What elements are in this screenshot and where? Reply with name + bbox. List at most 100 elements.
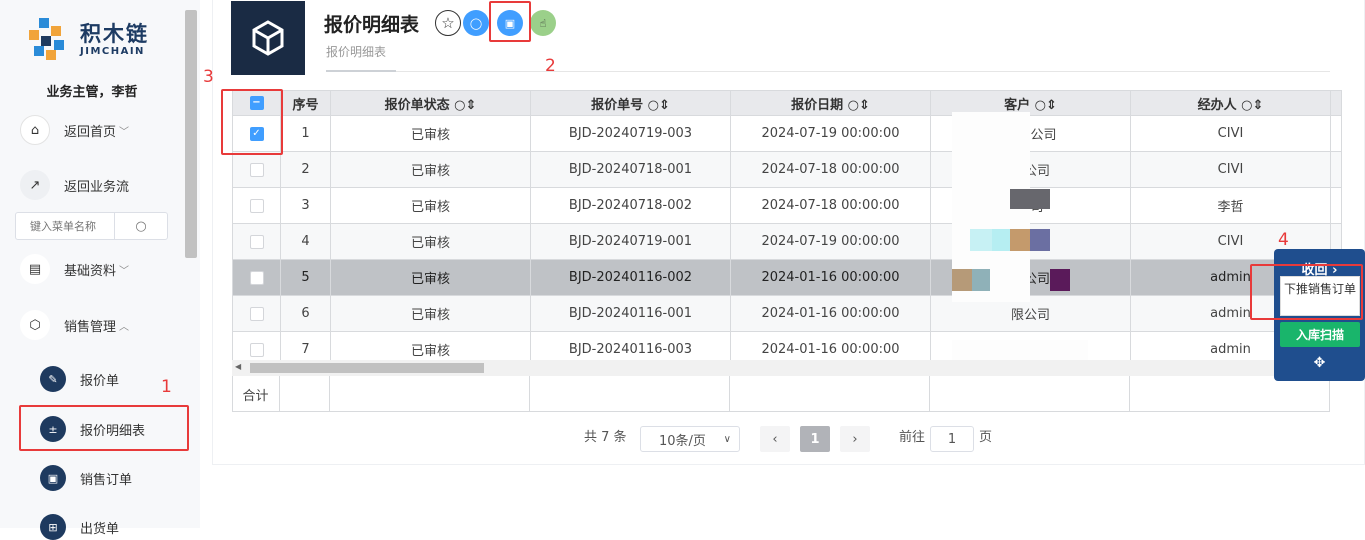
cell-agent: 李哲 bbox=[1130, 187, 1331, 224]
chevron-down-icon: ∨ bbox=[723, 433, 731, 445]
table-row[interactable]: 5 已审核 BJD-20240116-002 2024-01-16 00:00:00 限… bbox=[232, 259, 1342, 296]
cell-date: 2024-01-16 00:00:00 bbox=[730, 295, 931, 332]
cell-quote-no: BJD-20240116-002 bbox=[530, 259, 731, 296]
annotation-box-3 bbox=[221, 89, 283, 155]
row-checkbox[interactable] bbox=[249, 198, 264, 213]
cell-index: 6 bbox=[280, 295, 331, 332]
row-checkbox[interactable] bbox=[232, 151, 281, 188]
star-icon[interactable]: ☆ bbox=[435, 10, 461, 36]
sub-sales-order[interactable]: ▣ 销售订单 bbox=[40, 465, 132, 491]
annotation-box-1 bbox=[19, 405, 189, 451]
annotation-label-3: 3 bbox=[203, 67, 214, 87]
logo-mark-icon bbox=[26, 16, 72, 62]
prev-page-button[interactable]: ‹ bbox=[760, 426, 790, 452]
page-size-select[interactable]: 10条/页 ∨ bbox=[640, 426, 740, 452]
annotation-label-4: 4 bbox=[1278, 230, 1289, 250]
summary-row bbox=[232, 376, 1330, 412]
document-icon: ▤ bbox=[20, 254, 50, 284]
col-header-no[interactable]: 报价单号 ○⇕ bbox=[530, 90, 731, 116]
col-header-status[interactable]: 报价单状态 ○⇕ bbox=[330, 90, 531, 116]
col-header-agent[interactable]: 经办人 ○⇕ bbox=[1130, 90, 1331, 116]
table-row[interactable]: 2 已审核 BJD-20240718-001 2024-07-18 00:00:00 限… bbox=[232, 151, 1342, 188]
sort-search-icon[interactable]: ○⇕ bbox=[843, 98, 870, 113]
nav-base-label: 基础资料 bbox=[64, 263, 117, 279]
chevron-down-icon: ﹀ bbox=[119, 126, 130, 138]
cell-index: 5 bbox=[280, 259, 331, 296]
row-checkbox[interactable] bbox=[249, 234, 264, 249]
row-checkbox[interactable] bbox=[249, 162, 264, 177]
menu-search[interactable]: ○ bbox=[15, 212, 168, 240]
sidebar-scrollbar[interactable] bbox=[185, 10, 197, 258]
cell-date: 2024-07-19 00:00:00 bbox=[730, 115, 931, 152]
cell-date: 2024-07-18 00:00:00 bbox=[730, 187, 931, 224]
page-number[interactable]: 1 bbox=[800, 426, 830, 452]
annotation-box-2 bbox=[489, 1, 531, 42]
user-name: 业务主管，李哲 bbox=[46, 85, 138, 100]
breadcrumb[interactable]: 报价明细表 bbox=[326, 43, 386, 60]
scrollbar-thumb[interactable] bbox=[250, 363, 484, 373]
cell-status: 已审核 bbox=[330, 295, 531, 332]
nav-base[interactable]: ▤ 基础资料 ﹀ bbox=[20, 254, 129, 284]
next-page-button[interactable]: › bbox=[840, 426, 870, 452]
brand-logo: 积木链 JIMCHAIN bbox=[26, 16, 149, 62]
search-icon[interactable]: ○ bbox=[114, 213, 167, 239]
cell-status: 已审核 bbox=[330, 259, 531, 296]
col-header-date[interactable]: 报价日期 ○⇕ bbox=[730, 90, 931, 116]
cell-spacer bbox=[1330, 115, 1342, 152]
col-header: 序号 bbox=[280, 90, 331, 116]
page-suffix: 页 bbox=[979, 430, 993, 445]
home-icon: ⌂ bbox=[20, 115, 50, 145]
inbound-scan-button[interactable]: 入库扫描 bbox=[1280, 322, 1360, 347]
sort-search-icon[interactable]: ○⇕ bbox=[643, 98, 670, 113]
cell-spacer bbox=[1330, 187, 1342, 224]
annotation-label-1: 1 bbox=[161, 377, 172, 397]
cell-status: 已审核 bbox=[330, 115, 531, 152]
scroll-left-icon[interactable]: ◀ bbox=[235, 362, 241, 371]
table-row[interactable]: 4已审核BJD-20240719-0012024-07-19 00:00:00司… bbox=[232, 223, 1342, 260]
cell-date: 2024-07-18 00:00:00 bbox=[730, 151, 931, 188]
breadcrumb-active-line bbox=[326, 70, 396, 72]
cell-quote-no: BJD-20240719-001 bbox=[530, 223, 731, 260]
cube-icon: ⬡ bbox=[20, 310, 50, 340]
sub-shipment[interactable]: ⊞ 出货单 bbox=[40, 514, 119, 540]
shipment-icon: ⊞ bbox=[40, 514, 66, 540]
nav-flow-label: 返回业务流 bbox=[64, 179, 130, 195]
cell-index: 2 bbox=[280, 151, 331, 188]
row-checkbox[interactable] bbox=[232, 223, 281, 260]
order-icon: ▣ bbox=[40, 465, 66, 491]
cell-agent: CIVI bbox=[1130, 151, 1331, 188]
row-checkbox[interactable] bbox=[232, 295, 281, 332]
table-horizontal-scrollbar[interactable]: ◀ bbox=[232, 360, 1330, 376]
sub-quote[interactable]: ✎ 报价单 bbox=[40, 366, 119, 392]
sort-search-icon[interactable]: ○⇕ bbox=[1237, 98, 1263, 113]
nav-sales-label: 销售管理 bbox=[64, 319, 117, 335]
table-row[interactable]: ✓ 1 已审核 BJD-20240719-003 2024-07-19 00:00:00… bbox=[232, 115, 1342, 152]
row-checkbox[interactable] bbox=[249, 306, 264, 321]
cell-spacer bbox=[1330, 151, 1342, 188]
cell-status: 已审核 bbox=[330, 187, 531, 224]
nav-home[interactable]: ⌂ 返回首页 ﹀ bbox=[20, 115, 129, 145]
move-icon[interactable]: ✥ bbox=[1274, 355, 1365, 371]
menu-search-input[interactable] bbox=[16, 213, 114, 239]
table-row[interactable]: 3已审核BJD-20240718-0022024-07-18 00:00:00公… bbox=[232, 187, 1342, 224]
row-checkbox[interactable] bbox=[249, 270, 264, 285]
nav-home-label: 返回首页 bbox=[64, 124, 117, 140]
table-row[interactable]: 6 已审核 BJD-20240116-001 2024-01-16 00:00:00 限… bbox=[232, 295, 1342, 332]
sub-sales-order-label: 销售订单 bbox=[80, 472, 133, 488]
cell-status: 已审核 bbox=[330, 223, 531, 260]
row-checkbox[interactable] bbox=[249, 342, 264, 357]
nav-flow[interactable]: ↗ 返回业务流 bbox=[20, 170, 129, 200]
cell-index: 1 bbox=[280, 115, 331, 152]
row-checkbox[interactable] bbox=[232, 187, 281, 224]
row-checkbox[interactable] bbox=[232, 259, 281, 296]
hand-pointer-icon[interactable]: ☝ bbox=[530, 10, 556, 36]
goto-input[interactable]: 1 bbox=[930, 426, 974, 452]
brand-name: 积木链 bbox=[80, 21, 149, 46]
search-icon[interactable]: ◯ bbox=[463, 10, 489, 36]
nav-sales[interactable]: ⬡ 销售管理 ︿ bbox=[20, 310, 129, 340]
sort-search-icon[interactable]: ○⇕ bbox=[1030, 98, 1057, 113]
quote-table: − 序号 报价单状态 ○⇕ 报价单号 ○⇕ 报价日期 ○⇕ 客户 ○⇕ 经办人 … bbox=[232, 90, 1342, 368]
privacy-mask bbox=[952, 269, 972, 291]
goto-label: 前往 bbox=[899, 430, 926, 445]
sort-search-icon[interactable]: ○⇕ bbox=[450, 98, 476, 113]
